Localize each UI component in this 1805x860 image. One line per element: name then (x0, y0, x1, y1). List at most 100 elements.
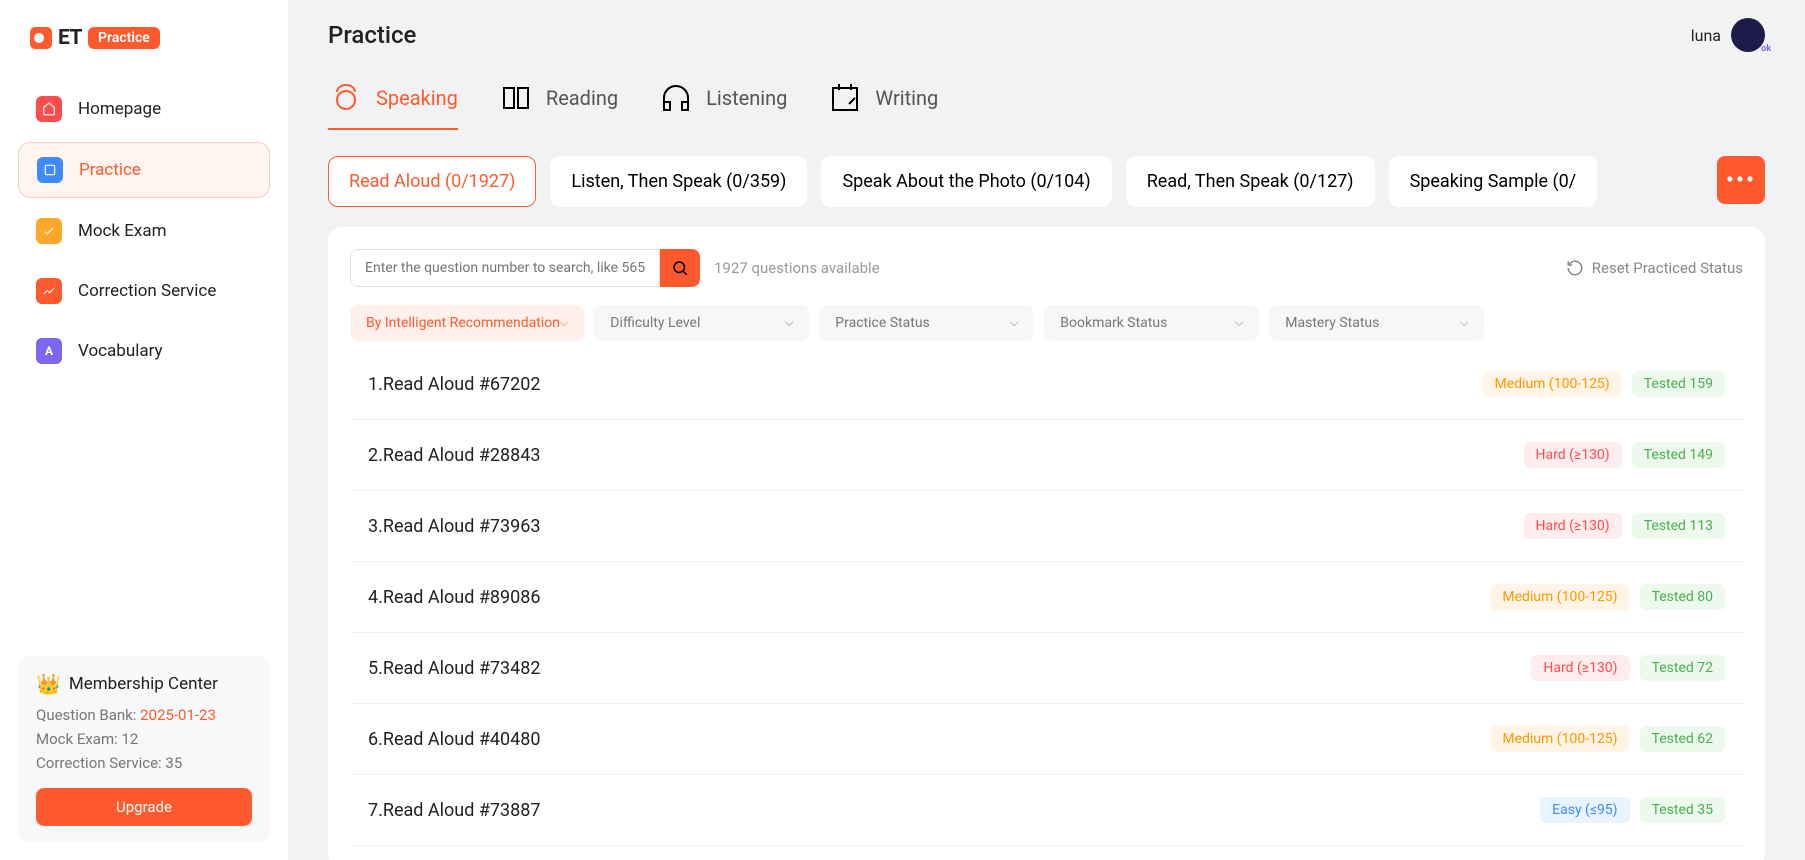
difficulty-tag: Easy (≤95) (1540, 797, 1629, 823)
skill-tabs: Speaking Reading Listening Writing (328, 80, 1765, 130)
tested-tag: Tested 62 (1640, 726, 1725, 752)
membership-card: 👑 Membership Center Question Bank: 2025-… (18, 656, 270, 842)
question-tags: Medium (100-125) Tested 80 (1490, 584, 1725, 610)
question-title: 7.Read Aloud #73887 (368, 800, 541, 821)
membership-qb: Question Bank: 2025-01-23 (36, 706, 252, 724)
reset-icon (1566, 259, 1584, 277)
skill-label: Speaking (376, 86, 458, 110)
difficulty-tag: Hard (≥130) (1524, 513, 1622, 539)
question-tags: Hard (≥130) Tested 149 (1524, 442, 1726, 468)
listening-icon (658, 80, 694, 116)
avatar (1731, 18, 1765, 52)
nav-label: Mock Exam (78, 221, 167, 241)
vocab-icon: A (36, 338, 62, 364)
question-tags: Hard (≥130) Tested 113 (1524, 513, 1726, 539)
correction-icon (36, 278, 62, 304)
subtype-read-speak[interactable]: Read, Then Speak (0/127) (1126, 156, 1375, 207)
filter-recommendation[interactable]: By Intelligent Recommendation⌵ (350, 305, 584, 341)
chevron-down-icon: ⌵ (785, 316, 793, 330)
reading-icon (498, 80, 534, 116)
subtype-tabs: Read Aloud (0/1927) Listen, Then Speak (… (328, 156, 1765, 207)
tab-writing[interactable]: Writing (827, 80, 938, 130)
nav-label: Vocabulary (78, 341, 163, 361)
question-tags: Easy (≤95) Tested 35 (1540, 797, 1725, 823)
question-title: 1.Read Aloud #67202 (368, 374, 541, 395)
tab-reading[interactable]: Reading (498, 80, 618, 130)
question-item[interactable]: 6.Read Aloud #40480 Medium (100-125) Tes… (350, 704, 1743, 775)
questions-available: 1927 questions available (714, 259, 880, 277)
question-item[interactable]: 1.Read Aloud #67202 Medium (100-125) Tes… (350, 349, 1743, 420)
nav-label: Homepage (78, 99, 161, 119)
question-item[interactable]: 5.Read Aloud #73482 Hard (≥130) Tested 7… (350, 633, 1743, 704)
nav-practice[interactable]: Practice (18, 142, 270, 198)
filter-row: By Intelligent Recommendation⌵ Difficult… (350, 305, 1743, 341)
practice-icon (37, 157, 63, 183)
tested-tag: Tested 113 (1632, 513, 1725, 539)
question-list: 1.Read Aloud #67202 Medium (100-125) Tes… (350, 349, 1743, 846)
filter-mastery[interactable]: Mastery Status⌵ (1269, 305, 1484, 341)
tested-tag: Tested 159 (1632, 371, 1725, 397)
tested-tag: Tested 80 (1640, 584, 1725, 610)
chevron-down-icon: ⌵ (1010, 316, 1018, 330)
writing-icon (827, 80, 863, 116)
tab-listening[interactable]: Listening (658, 80, 787, 130)
question-item[interactable]: 3.Read Aloud #73963 Hard (≥130) Tested 1… (350, 491, 1743, 562)
filter-difficulty[interactable]: Difficulty Level⌵ (594, 305, 809, 341)
question-title: 4.Read Aloud #89086 (368, 587, 541, 608)
content-panel: 1927 questions available Reset Practiced… (328, 227, 1765, 860)
skill-label: Writing (875, 86, 938, 110)
nav-vocabulary[interactable]: A Vocabulary (18, 324, 270, 378)
filter-practice-status[interactable]: Practice Status⌵ (819, 305, 1034, 341)
difficulty-tag: Medium (100-125) (1490, 726, 1629, 752)
logo-icon (30, 27, 52, 49)
question-tags: Hard (≥130) Tested 72 (1531, 655, 1725, 681)
chevron-down-icon: ⌵ (1460, 316, 1468, 330)
subtype-read-aloud[interactable]: Read Aloud (0/1927) (328, 156, 536, 207)
speaking-icon (328, 80, 364, 116)
tested-tag: Tested 149 (1632, 442, 1725, 468)
question-tags: Medium (100-125) Tested 62 (1490, 726, 1725, 752)
username: luna (1691, 26, 1721, 45)
search-input[interactable] (350, 249, 660, 287)
difficulty-tag: Hard (≥130) (1531, 655, 1629, 681)
home-icon (36, 96, 62, 122)
nav-label: Practice (79, 160, 141, 180)
question-item[interactable]: 2.Read Aloud #28843 Hard (≥130) Tested 1… (350, 420, 1743, 491)
upgrade-button[interactable]: Upgrade (36, 788, 252, 826)
membership-mock: Mock Exam: 12 (36, 730, 252, 748)
question-title: 6.Read Aloud #40480 (368, 729, 541, 750)
skill-label: Reading (546, 86, 618, 110)
subtype-speak-photo[interactable]: Speak About the Photo (0/104) (821, 156, 1111, 207)
subtype-listen-speak[interactable]: Listen, Then Speak (0/359) (550, 156, 807, 207)
user-menu[interactable]: luna (1691, 18, 1765, 52)
more-subtypes-button[interactable]: ••• (1717, 156, 1765, 204)
logo-text: ET (58, 26, 82, 50)
membership-correction: Correction Service: 35 (36, 754, 252, 772)
nav-correction[interactable]: Correction Service (18, 264, 270, 318)
question-item[interactable]: 7.Read Aloud #73887 Easy (≤95) Tested 35 (350, 775, 1743, 846)
reset-button[interactable]: Reset Practiced Status (1566, 259, 1743, 277)
question-title: 3.Read Aloud #73963 (368, 516, 541, 537)
search-button[interactable] (660, 249, 700, 287)
skill-label: Listening (706, 86, 787, 110)
tested-tag: Tested 72 (1640, 655, 1725, 681)
question-tags: Medium (100-125) Tested 159 (1483, 371, 1725, 397)
question-title: 2.Read Aloud #28843 (368, 445, 541, 466)
search-row: 1927 questions available Reset Practiced… (350, 249, 1743, 287)
difficulty-tag: Medium (100-125) (1490, 584, 1629, 610)
logo[interactable]: ET Practice (18, 18, 270, 58)
chevron-down-icon: ⌵ (560, 316, 568, 330)
tab-speaking[interactable]: Speaking (328, 80, 458, 130)
nav-mock-exam[interactable]: Mock Exam (18, 204, 270, 258)
question-item[interactable]: 4.Read Aloud #89086 Medium (100-125) Tes… (350, 562, 1743, 633)
nav-homepage[interactable]: Homepage (18, 82, 270, 136)
filter-bookmark[interactable]: Bookmark Status⌵ (1044, 305, 1259, 341)
header: Practice luna (328, 18, 1765, 52)
tested-tag: Tested 35 (1640, 797, 1725, 823)
nav-label: Correction Service (78, 281, 216, 301)
difficulty-tag: Hard (≥130) (1524, 442, 1622, 468)
search-wrap (350, 249, 700, 287)
page-title: Practice (328, 21, 416, 49)
subtype-sample[interactable]: Speaking Sample (0/ (1389, 156, 1598, 207)
main-content: Practice luna Speaking Reading Listening… (288, 0, 1805, 860)
